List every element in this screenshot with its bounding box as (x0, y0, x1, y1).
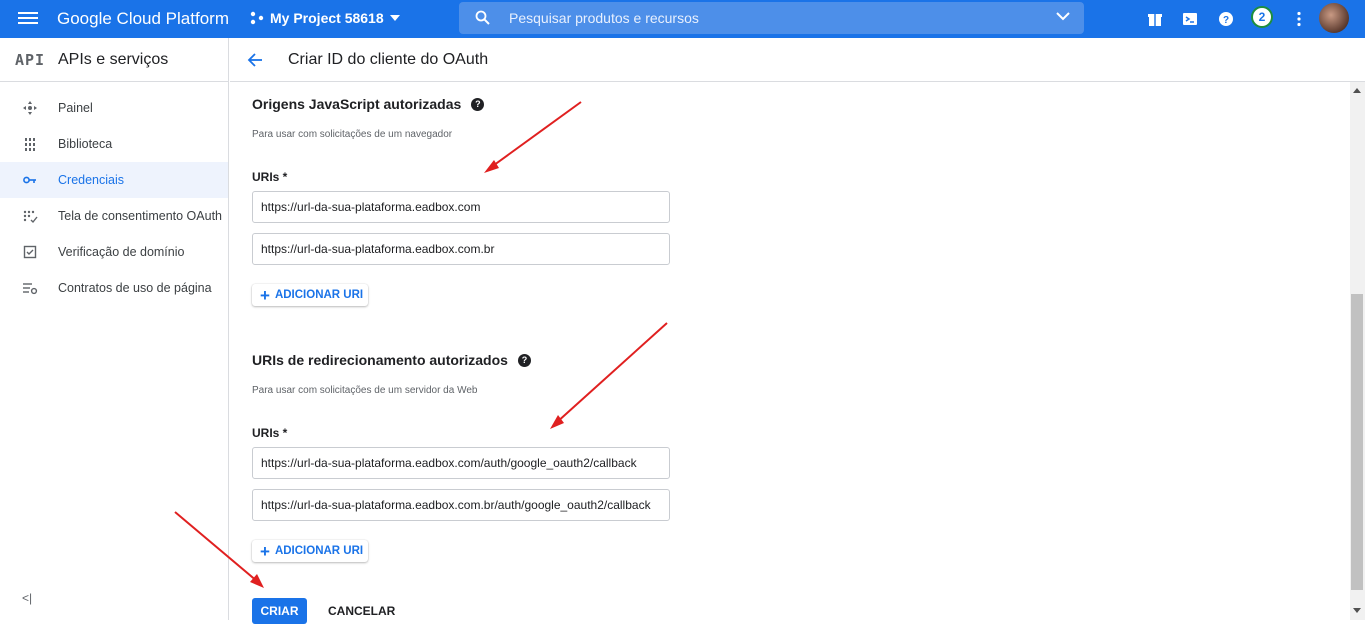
gift-icon[interactable] (1146, 10, 1164, 28)
avatar[interactable] (1319, 3, 1349, 33)
section-title-text: URIs de redirecionamento autorizados (252, 352, 508, 368)
sidebar-item-label: Biblioteca (58, 137, 113, 151)
svg-text:?: ? (1223, 15, 1229, 26)
project-hub-icon (250, 11, 264, 25)
js-origin-uri-field-2[interactable] (252, 233, 670, 265)
create-button[interactable]: CRIAR (252, 598, 307, 624)
sidebar-title: APIs e serviços (58, 51, 169, 68)
api-logo: API (15, 51, 46, 69)
plus-icon: + (260, 541, 270, 561)
project-name: My Project 58618 (270, 10, 384, 26)
help-icon[interactable]: ? (471, 97, 485, 111)
checkbox-icon (23, 245, 37, 259)
expand-icon[interactable] (1056, 12, 1070, 21)
sidebar: API APIs e serviços Painel Biblioteca Cr… (0, 38, 229, 620)
sidebar-item-label: Verificação de domínio (58, 245, 185, 259)
redirect-uri-field-1[interactable] (252, 447, 670, 479)
section-description: Para usar com solicitações de um servido… (252, 385, 478, 396)
section-title-redirects: URIs de redirecionamento autorizados ? (252, 352, 531, 368)
plus-icon: + (260, 285, 270, 305)
search-input[interactable]: Pesquisar produtos e recursos (509, 10, 699, 26)
redirect-uri-input-2[interactable] (253, 490, 669, 520)
search-icon (475, 10, 490, 25)
more-vert-icon[interactable] (1290, 10, 1308, 28)
library-icon (25, 138, 35, 151)
sidebar-item-verificacao[interactable]: Verificação de domínio (0, 234, 228, 270)
page-header: Criar ID do cliente do OAuth (230, 38, 1365, 82)
search-bar[interactable]: Pesquisar produtos e recursos (459, 2, 1084, 34)
uris-label: URIs * (252, 426, 288, 440)
key-icon (23, 176, 36, 184)
section-title-text: Origens JavaScript autorizadas (252, 96, 462, 112)
js-origin-uri-input-1[interactable] (253, 192, 669, 222)
redirect-uri-field-2[interactable] (252, 489, 670, 521)
project-selector[interactable]: My Project 58618 (250, 10, 400, 26)
sidebar-item-label: Credenciais (58, 173, 125, 187)
settings-list-icon (23, 283, 38, 295)
js-origin-uri-input-2[interactable] (253, 234, 669, 264)
js-origin-uri-field-1[interactable] (252, 191, 670, 223)
main-content: Criar ID do cliente do OAuth Origens Jav… (230, 38, 1365, 624)
brand-title[interactable]: Google Cloud Platform (57, 9, 229, 29)
redirect-uri-input-1[interactable] (253, 448, 669, 478)
notifications-badge[interactable]: 2 (1251, 6, 1273, 28)
help-icon[interactable]: ? (1217, 10, 1235, 28)
sidebar-item-credenciais[interactable]: Credenciais (0, 162, 228, 198)
sidebar-item-biblioteca[interactable]: Biblioteca (0, 126, 228, 162)
arrow-back-icon[interactable] (247, 52, 263, 68)
scrollbar-thumb[interactable] (1351, 294, 1363, 590)
cancel-button[interactable]: CANCELAR (328, 604, 395, 618)
sidebar-item-label: Contratos de uso de página (58, 281, 212, 295)
collapse-sidebar-button[interactable]: <| (22, 591, 32, 605)
help-icon[interactable]: ? (517, 353, 531, 367)
sidebar-item-painel[interactable]: Painel (0, 90, 228, 126)
scroll-up-arrow-icon[interactable] (1353, 88, 1361, 93)
dashboard-icon (23, 101, 37, 115)
page-title: Criar ID do cliente do OAuth (288, 51, 489, 68)
add-uri-label: ADICIONAR URI (274, 545, 364, 557)
sidebar-item-contratos[interactable]: Contratos de uso de página (0, 270, 228, 306)
section-title-js-origins: Origens JavaScript autorizadas ? (252, 96, 485, 112)
top-app-bar: Google Cloud Platform My Project 58618 P… (0, 0, 1365, 38)
add-uri-button[interactable]: + ADICIONAR URI (252, 540, 368, 562)
cloud-shell-icon[interactable] (1181, 10, 1199, 28)
sidebar-item-label: Tela de consentimento OAuth (58, 209, 222, 223)
scroll-down-arrow-icon[interactable] (1353, 608, 1361, 613)
sidebar-header: API APIs e serviços (0, 38, 228, 82)
add-uri-label: ADICIONAR URI (274, 289, 364, 301)
section-description: Para usar com solicitações de um navegad… (252, 129, 453, 140)
hamburger-menu-icon[interactable] (18, 9, 38, 29)
sidebar-item-consentimento[interactable]: Tela de consentimento OAuth (0, 198, 228, 234)
consent-icon (23, 210, 38, 224)
sidebar-item-label: Painel (58, 101, 93, 115)
add-uri-button[interactable]: + ADICIONAR URI (252, 284, 368, 306)
uris-label: URIs * (252, 170, 288, 184)
chevron-down-icon (389, 15, 400, 21)
